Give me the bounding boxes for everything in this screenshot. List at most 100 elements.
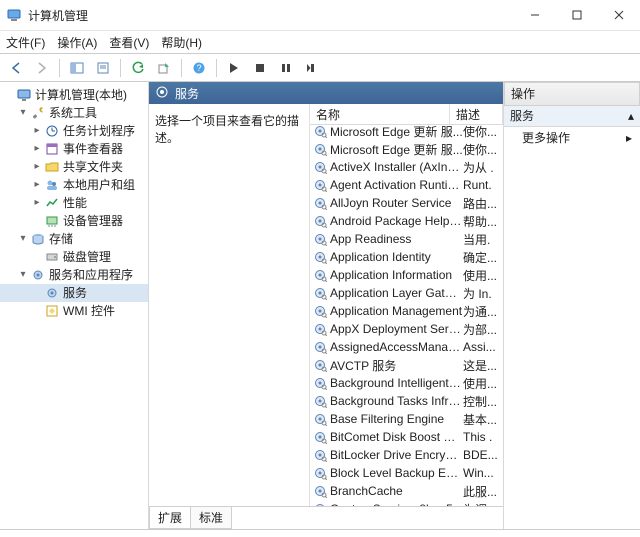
service-row[interactable]: Base Filtering Engine基本... [310,410,503,428]
service-row[interactable]: AVCTP 服务这是... [310,356,503,374]
tree-users[interactable]: ▸本地用户和组 [0,176,148,194]
back-button[interactable] [4,56,28,80]
service-row[interactable]: BitLocker Drive Encryptio...BDE... [310,446,503,464]
services-icon [155,85,171,101]
service-desc: 当用. [463,231,503,248]
service-row[interactable]: Android Package Helper ...帮助... [310,212,503,230]
tree-twisty[interactable]: ▾ [16,230,30,248]
service-row[interactable]: Application Information使用... [310,266,503,284]
close-button[interactable] [598,0,640,30]
service-row[interactable]: Block Level Backup Engi...Win... [310,464,503,482]
pause-button[interactable] [274,56,298,80]
service-row[interactable]: AssignedAccessManager...Assi... [310,338,503,356]
service-name: Background Intelligent T... [330,376,463,390]
toolbar-separator [120,59,121,77]
service-row[interactable]: Agent Activation Runtime...Runt. [310,176,503,194]
service-row[interactable]: AppX Deployment Servic...为部... [310,320,503,338]
service-desc: 使你... [463,125,503,140]
clock-icon [44,123,60,139]
service-row[interactable]: AllJoyn Router Service路由... [310,194,503,212]
help-button[interactable]: ? [187,56,211,80]
forward-button[interactable] [30,56,54,80]
device-icon [44,213,60,229]
more-actions-label: 更多操作 [522,127,570,149]
col-name[interactable]: 名称 [310,104,450,124]
tree-twisty[interactable]: ▾ [16,104,30,122]
start-button[interactable] [222,56,246,80]
menu-3[interactable]: 帮助(H) [161,34,202,51]
tree-wrench[interactable]: ▾系统工具 [0,104,148,122]
service-row[interactable]: Background Tasks Infras...控制... [310,392,503,410]
service-list[interactable]: Microsoft Edge 更新 服...使你...Microsoft Edg… [310,125,503,506]
service-row[interactable]: BranchCache此服... [310,482,503,500]
toolbar-separator [216,59,217,77]
service-name: Microsoft Edge 更新 服... [330,125,463,140]
tree-twisty[interactable]: ▸ [30,140,44,158]
collapse-icon[interactable]: ▴ [628,106,634,126]
gear-icon [44,285,60,301]
service-gear-icon [312,429,328,445]
service-row[interactable]: Microsoft Edge 更新 服...使你... [310,125,503,140]
service-name: Application Information [330,268,463,282]
tree-folder-share[interactable]: ▸共享文件夹 [0,158,148,176]
service-row[interactable]: ActiveX Installer (AxInstSV)为从 . [310,158,503,176]
list-header[interactable]: 名称 描述 [310,104,503,125]
export-button[interactable] [152,56,176,80]
menu-1[interactable]: 操作(A) [57,34,97,51]
service-row[interactable]: Microsoft Edge 更新 服...使你... [310,140,503,158]
tree-twisty[interactable]: ▸ [30,176,44,194]
tree-storage[interactable]: ▾ 存储 [0,230,148,248]
tree-label: 设备管理器 [63,212,123,230]
refresh-button[interactable] [126,56,150,80]
service-row[interactable]: Background Intelligent T...使用... [310,374,503,392]
minimize-button[interactable] [514,0,556,30]
service-gear-icon [312,267,328,283]
service-gear-icon [312,465,328,481]
tree-twisty[interactable]: ▸ [30,194,44,212]
maximize-button[interactable] [556,0,598,30]
tree-device[interactable]: 设备管理器 [0,212,148,230]
tab-1[interactable]: 标准 [190,507,232,529]
service-gear-icon [312,177,328,193]
service-name: Application Management [330,304,463,318]
service-desc: 这是... [463,357,503,374]
col-desc[interactable]: 描述 [450,104,503,124]
perf-icon [44,195,60,211]
service-row[interactable]: Application Management为通... [310,302,503,320]
service-row[interactable]: Application Layer Gatew...为 In. [310,284,503,302]
tree-twisty[interactable]: ▾ [16,266,30,284]
description-pane: 选择一个项目来查看它的描述。 [149,104,310,506]
service-desc: 为从 . [463,159,503,176]
tree-label: 存储 [49,230,73,248]
tab-0[interactable]: 扩展 [149,507,191,529]
show-hide-button[interactable] [65,56,89,80]
menu-0[interactable]: 文件(F) [6,34,45,51]
tree-twisty[interactable]: ▸ [30,158,44,176]
menu-2[interactable]: 查看(V) [109,34,149,51]
more-actions[interactable]: 更多操作 ▸ [504,127,640,149]
service-row[interactable]: App Readiness当用. [310,230,503,248]
tree-gear[interactable]: 服务 [0,284,148,302]
stop-button[interactable] [248,56,272,80]
service-name: BitComet Disk Boost Ser... [330,430,463,444]
properties-button[interactable] [91,56,115,80]
tree-disk[interactable]: 磁盘管理 [0,248,148,266]
service-name: Microsoft Edge 更新 服... [330,141,463,158]
tree-clock[interactable]: ▸任务计划程序 [0,122,148,140]
nav-tree[interactable]: 计算机管理(本地)▾系统工具▸任务计划程序▸事件查看器▸共享文件夹▸本地用户和组… [0,82,149,529]
tree-gear[interactable]: ▾服务和应用程序 [0,266,148,284]
tree-label: WMI 控件 [63,302,115,320]
restart-button[interactable] [300,56,324,80]
service-row[interactable]: BitComet Disk Boost Ser...This . [310,428,503,446]
tree-twisty[interactable]: ▸ [30,122,44,140]
tree-event[interactable]: ▸事件查看器 [0,140,148,158]
tree-label: 计算机管理(本地) [35,86,127,104]
tree-computer[interactable]: 计算机管理(本地) [0,86,148,104]
actions-section[interactable]: 服务 ▴ [504,106,640,127]
tree-wmi[interactable]: WMI 控件 [0,302,148,320]
service-row[interactable]: Application Identity确定... [310,248,503,266]
menubar: 文件(F) 操作(A) 查看(V) 帮助(H) [0,31,640,54]
tree-perf[interactable]: ▸性能 [0,194,148,212]
service-gear-icon [312,285,328,301]
content-body: 计算机管理(本地)▾系统工具▸任务计划程序▸事件查看器▸共享文件夹▸本地用户和组… [0,82,640,530]
